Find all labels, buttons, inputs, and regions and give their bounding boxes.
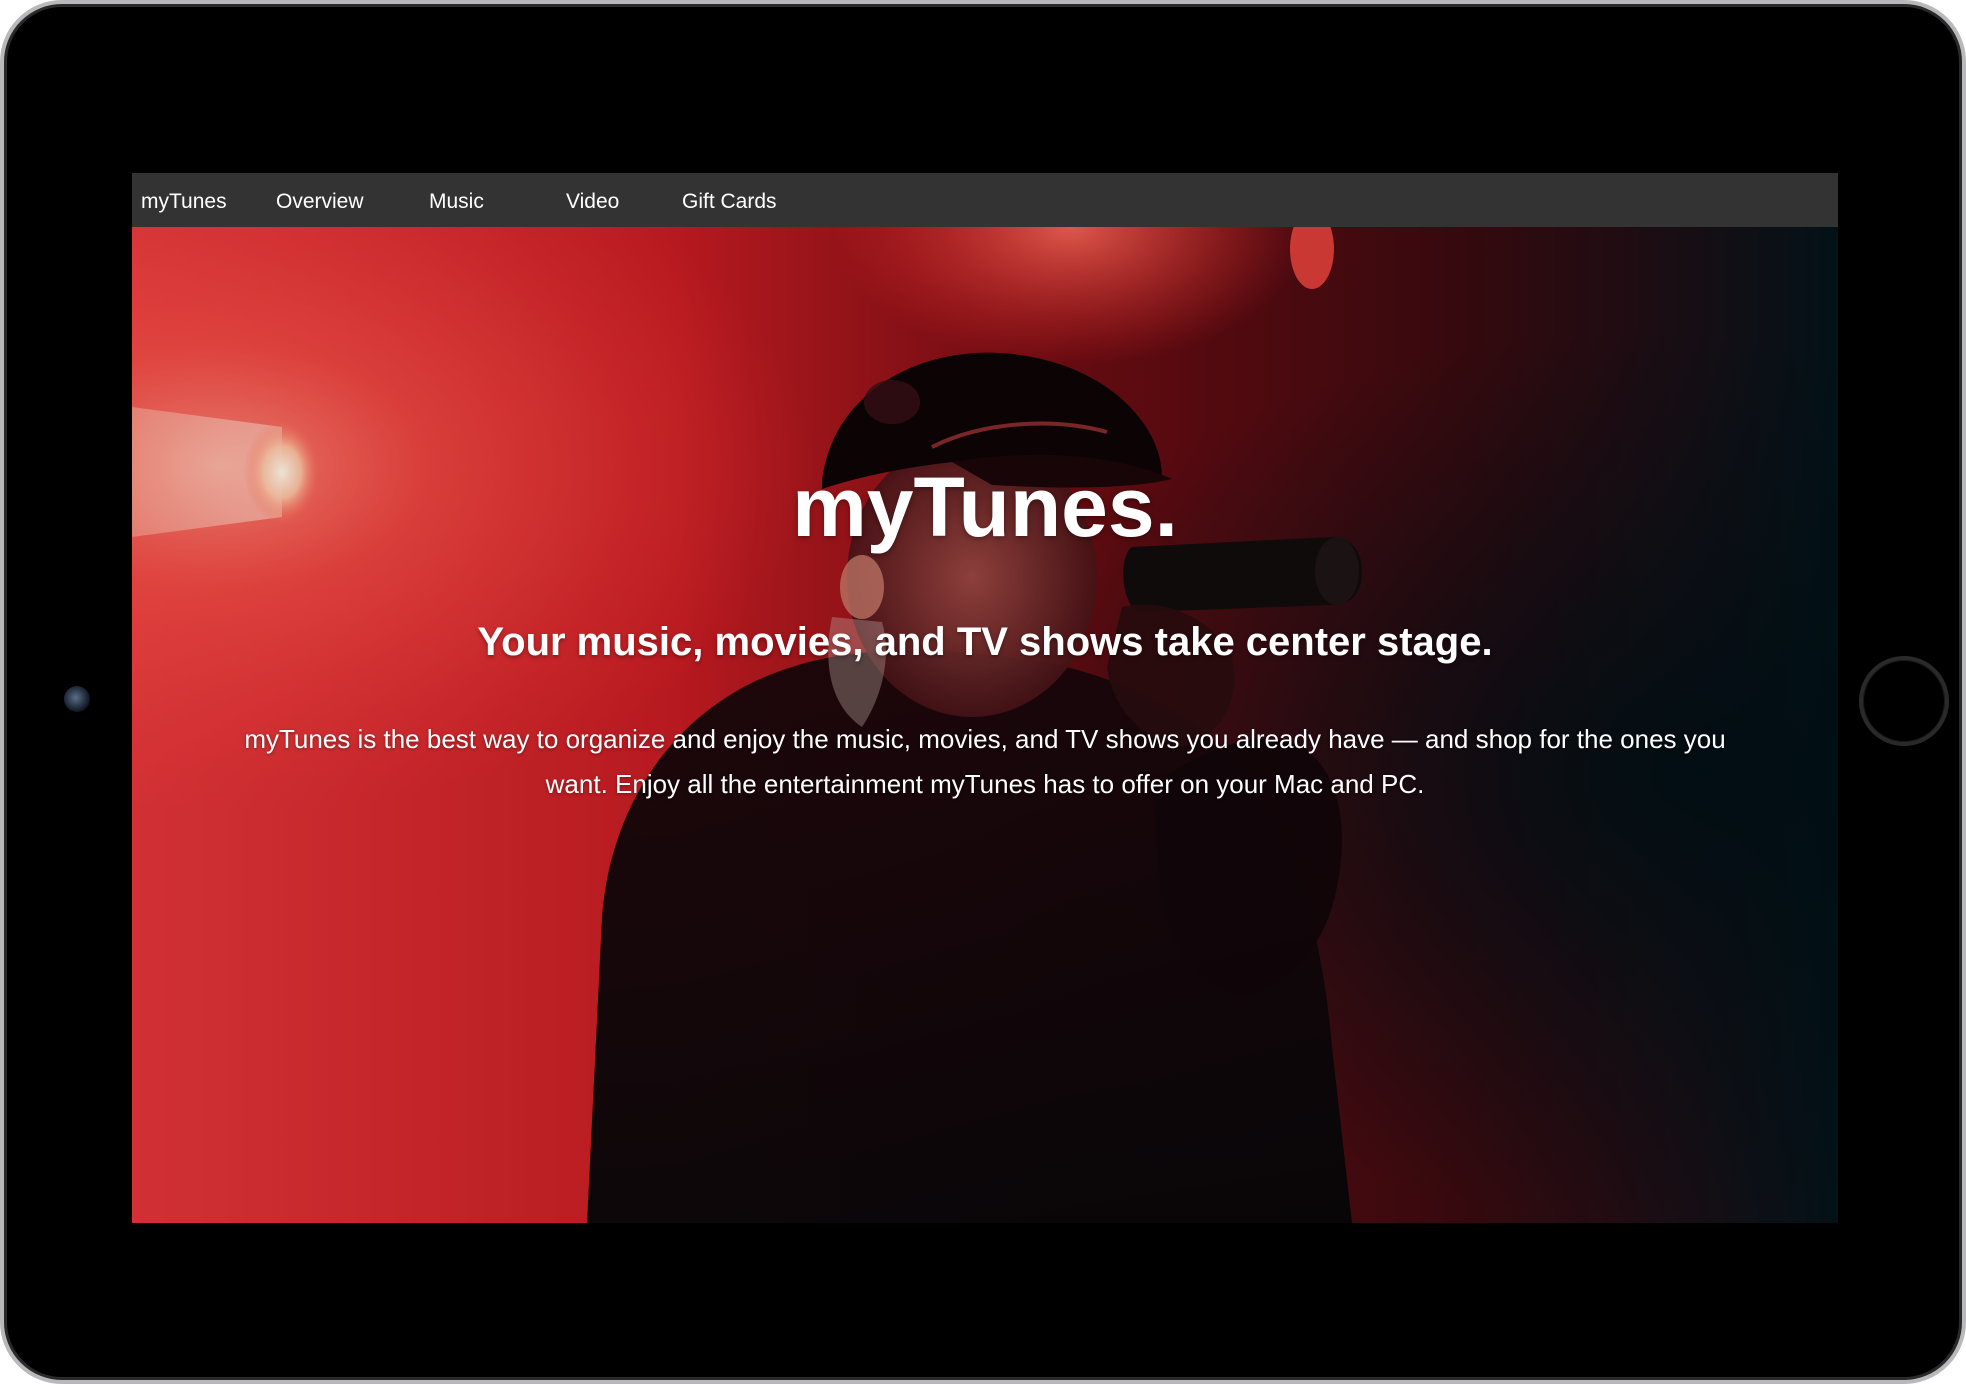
home-button[interactable]	[1859, 656, 1949, 746]
top-navbar: myTunes Overview Music Video Gift Cards	[132, 173, 1838, 227]
nav-item-overview[interactable]: Overview	[276, 173, 364, 227]
hero-text: myTunes. Your music, movies, and TV show…	[132, 227, 1838, 1223]
nav-item-music[interactable]: Music	[429, 173, 484, 227]
hero-subtitle: Your music, movies, and TV shows take ce…	[477, 620, 1493, 664]
hero-section: myTunes. Your music, movies, and TV show…	[132, 227, 1838, 1223]
nav-brand-mytunes[interactable]: myTunes	[141, 173, 227, 227]
front-camera-icon	[64, 686, 90, 712]
tablet-screen: myTunes Overview Music Video Gift Cards	[132, 173, 1838, 1223]
nav-item-gift-cards[interactable]: Gift Cards	[682, 173, 777, 227]
hero-title: myTunes.	[792, 460, 1178, 554]
nav-item-video[interactable]: Video	[566, 173, 619, 227]
hero-description: myTunes is the best way to organize and …	[244, 724, 1726, 799]
tablet-frame: myTunes Overview Music Video Gift Cards	[0, 0, 1966, 1384]
